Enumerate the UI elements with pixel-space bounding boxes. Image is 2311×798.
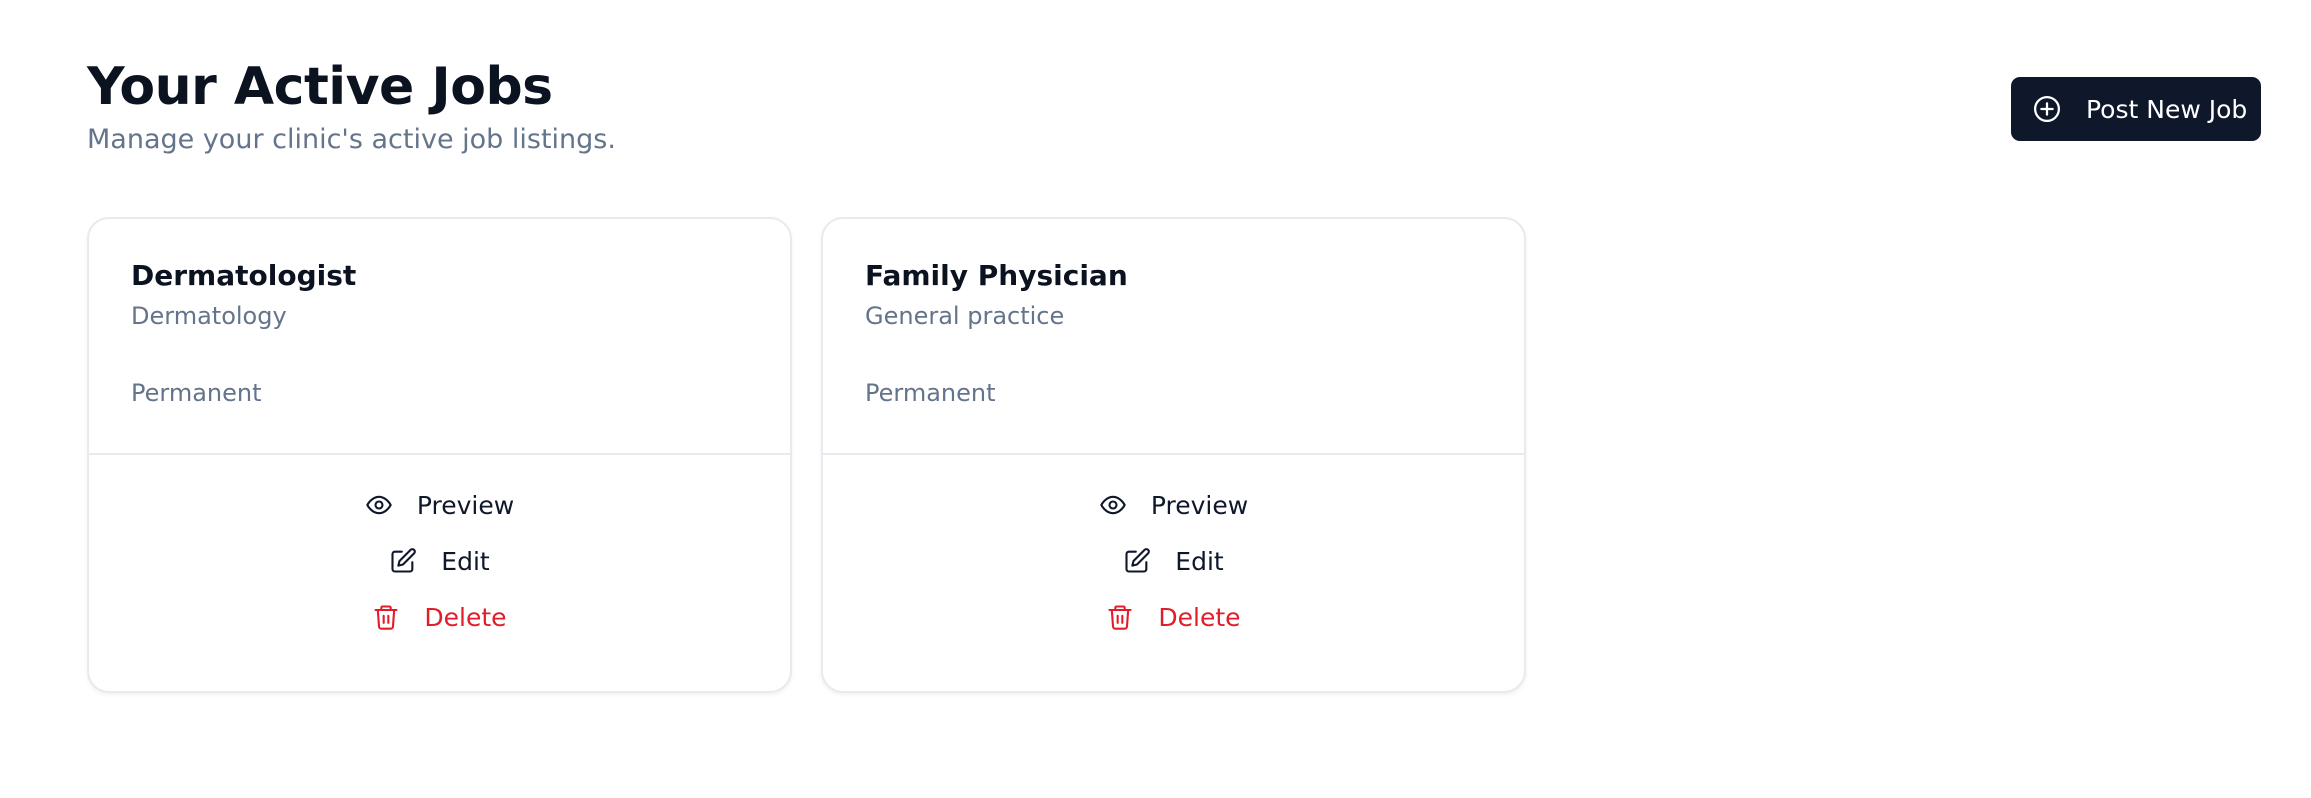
delete-label: Delete [1158,602,1241,632]
job-type: Permanent [131,379,262,407]
edit-icon [1123,547,1151,575]
post-new-job-label: Post New Job [2086,94,2248,124]
trash-icon [372,603,400,631]
page-subtitle: Manage your clinic's active job listings… [87,124,616,155]
page: Your Active Jobs Manage your clinic's ac… [0,0,2311,798]
preview-label: Preview [416,490,515,520]
preview-button[interactable]: Preview [1099,477,1248,533]
delete-button[interactable]: Delete [1106,589,1241,645]
preview-button[interactable]: Preview [365,477,514,533]
job-type: Permanent [865,379,996,407]
page-header: Your Active Jobs Manage your clinic's ac… [87,52,616,158]
job-specialty: General practice [865,302,1065,330]
job-specialty: Dermatology [131,302,287,330]
job-title: Dermatologist [131,259,357,292]
trash-icon [1106,603,1134,631]
delete-button[interactable]: Delete [372,589,507,645]
eye-icon [1099,491,1127,519]
job-card-actions: Preview Edit Delete [823,455,1524,645]
edit-label: Edit [441,546,490,576]
plus-circle-icon [2032,94,2062,124]
job-card: Dermatologist Dermatology Permanent Prev… [87,217,792,693]
edit-button[interactable]: Edit [1123,533,1224,589]
page-title: Your Active Jobs [87,57,553,117]
edit-label: Edit [1175,546,1224,576]
edit-icon [389,547,417,575]
job-card-body: Dermatologist Dermatology Permanent [89,219,790,455]
eye-icon [365,491,393,519]
preview-label: Preview [1150,490,1249,520]
edit-button[interactable]: Edit [389,533,490,589]
delete-label: Delete [424,602,507,632]
post-new-job-button[interactable]: Post New Job [2011,77,2261,141]
job-card-actions: Preview Edit Delete [89,455,790,645]
job-card: Family Physician General practice Perman… [821,217,1526,693]
job-title: Family Physician [865,259,1128,292]
job-card-body: Family Physician General practice Perman… [823,219,1524,455]
